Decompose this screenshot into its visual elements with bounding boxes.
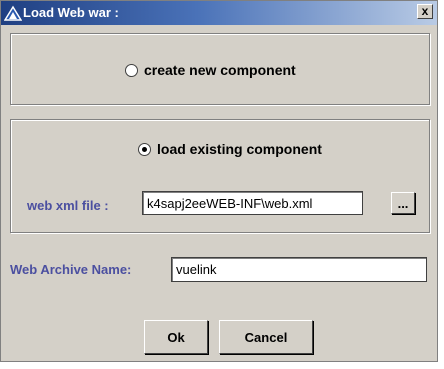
load-web-war-dialog: Load Web war : x create new component lo… [0, 0, 438, 362]
create-new-component-label: create new component [144, 62, 296, 78]
create-option-panel: create new component [10, 33, 430, 105]
java-cup-icon [4, 5, 22, 21]
title-bar[interactable]: Load Web war : x [1, 1, 437, 25]
load-existing-component-radio[interactable]: load existing component [138, 141, 322, 157]
ok-button[interactable]: Ok [144, 320, 208, 354]
browse-button[interactable]: ... [391, 192, 415, 214]
web-xml-file-field[interactable] [142, 191, 363, 215]
load-option-panel: load existing component web xml file : .… [10, 119, 430, 233]
radio-unchecked-icon [125, 63, 138, 77]
create-new-component-radio[interactable]: create new component [125, 62, 296, 78]
radio-checked-icon [138, 142, 151, 156]
cancel-button[interactable]: Cancel [219, 320, 313, 354]
web-xml-file-label: web xml file : [27, 198, 109, 213]
close-button[interactable]: x [417, 4, 433, 19]
web-archive-name-label: Web Archive Name: [10, 262, 132, 277]
load-existing-component-label: load existing component [157, 141, 322, 157]
web-archive-name-field[interactable] [171, 257, 427, 282]
window-title: Load Web war : [23, 5, 119, 20]
